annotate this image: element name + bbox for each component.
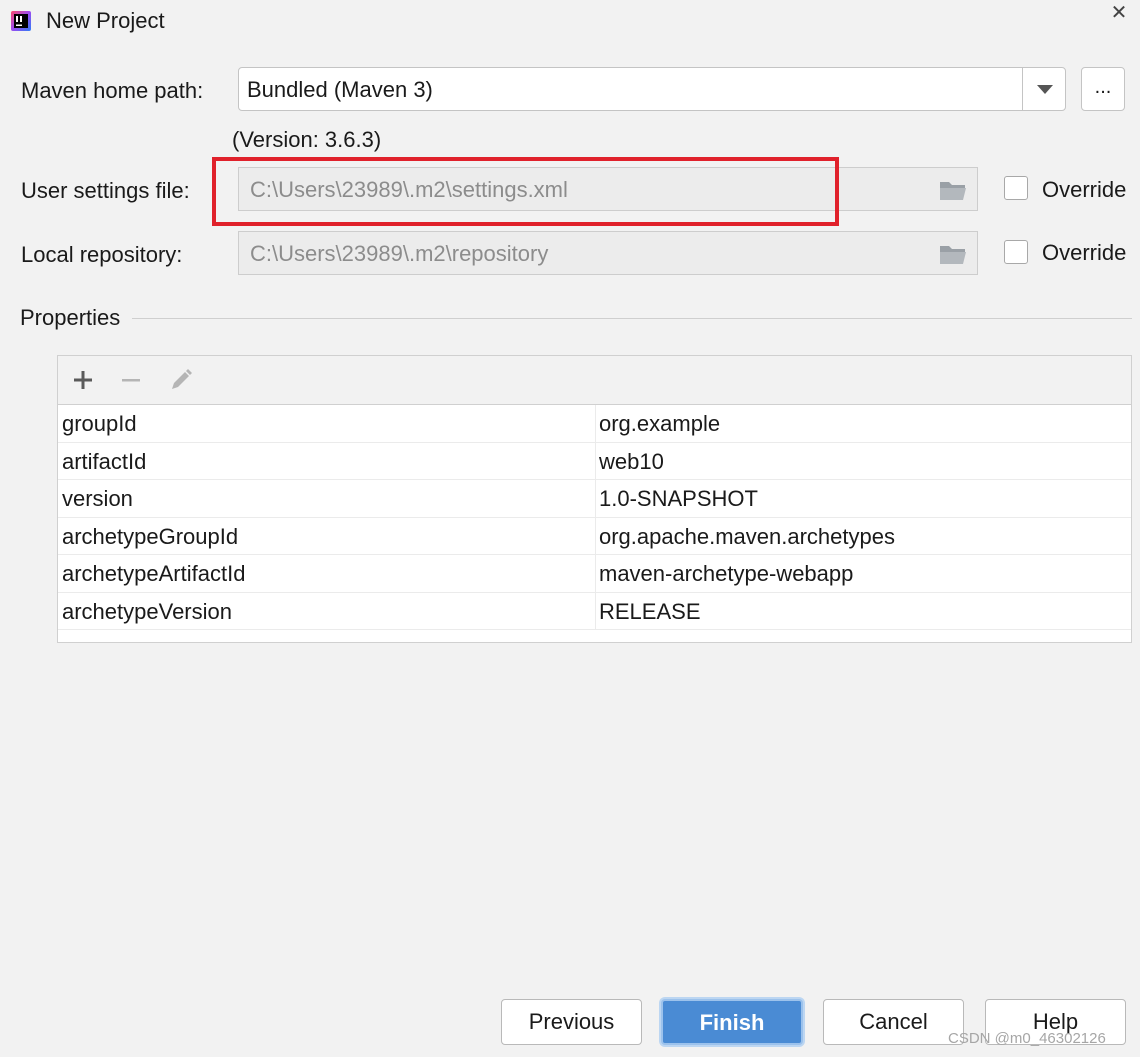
- properties-toolbar: [58, 356, 1131, 405]
- maven-home-path-value: Bundled (Maven 3): [247, 77, 433, 102]
- user-settings-file-label: User settings file:: [21, 178, 190, 203]
- local-repository-field[interactable]: C:\Users\23989\.m2\repository: [238, 231, 978, 275]
- intellij-idea-icon: [11, 11, 31, 31]
- properties-table: groupId org.example artifactId web10 ver…: [57, 355, 1132, 643]
- folder-icon[interactable]: [939, 243, 967, 265]
- local-repository-label: Local repository:: [21, 242, 183, 267]
- previous-button[interactable]: Previous: [501, 999, 642, 1045]
- plus-icon[interactable]: [68, 365, 98, 395]
- local-repository-override-checkbox[interactable]: [1004, 240, 1028, 264]
- user-settings-file-field[interactable]: C:\Users\23989\.m2\settings.xml: [238, 167, 978, 211]
- property-key: archetypeGroupId: [62, 523, 239, 549]
- column-divider: [595, 405, 596, 630]
- new-project-dialog: New Project ✕ Maven home path: Bundled (…: [0, 0, 1140, 1057]
- browse-maven-home-button[interactable]: ...: [1081, 67, 1125, 111]
- minus-icon[interactable]: [116, 365, 146, 395]
- section-divider: [132, 318, 1132, 319]
- property-value: RELEASE: [599, 598, 701, 624]
- property-key: version: [62, 486, 133, 511]
- chevron-down-icon[interactable]: [1037, 85, 1053, 94]
- property-key: archetypeVersion: [62, 598, 232, 624]
- maven-home-path-label: Maven home path:: [21, 78, 204, 103]
- properties-section-label: Properties: [20, 305, 121, 330]
- property-key: artifactId: [62, 448, 147, 474]
- user-settings-file-value: C:\Users\23989\.m2\settings.xml: [250, 177, 568, 202]
- user-settings-override-label: Override: [1042, 177, 1127, 202]
- maven-version-text: (Version: 3.6.3): [232, 127, 382, 152]
- property-value: org.apache.maven.archetypes: [599, 523, 895, 549]
- local-repository-value: C:\Users\23989\.m2\repository: [250, 241, 549, 266]
- local-repository-override-label: Override: [1042, 240, 1127, 265]
- pencil-icon[interactable]: [166, 365, 196, 395]
- property-key: groupId: [62, 411, 137, 436]
- user-settings-override-checkbox[interactable]: [1004, 176, 1028, 200]
- csdn-watermark: CSDN @m0_46302126: [948, 1030, 1106, 1047]
- finish-button[interactable]: Finish: [661, 999, 803, 1045]
- property-value: 1.0-SNAPSHOT: [599, 486, 758, 511]
- folder-icon[interactable]: [939, 179, 967, 201]
- title-bar: New Project ✕: [0, 0, 1140, 44]
- maven-home-path-combobox[interactable]: Bundled (Maven 3): [238, 67, 1066, 111]
- combo-divider: [1022, 68, 1023, 110]
- property-value: web10: [599, 448, 664, 474]
- property-value: org.example: [599, 411, 721, 436]
- cancel-button[interactable]: Cancel: [823, 999, 964, 1045]
- window-title: New Project: [46, 8, 165, 33]
- close-icon[interactable]: ✕: [1108, 2, 1130, 24]
- property-key: archetypeArtifactId: [62, 561, 246, 586]
- property-value: maven-archetype-webapp: [599, 561, 854, 586]
